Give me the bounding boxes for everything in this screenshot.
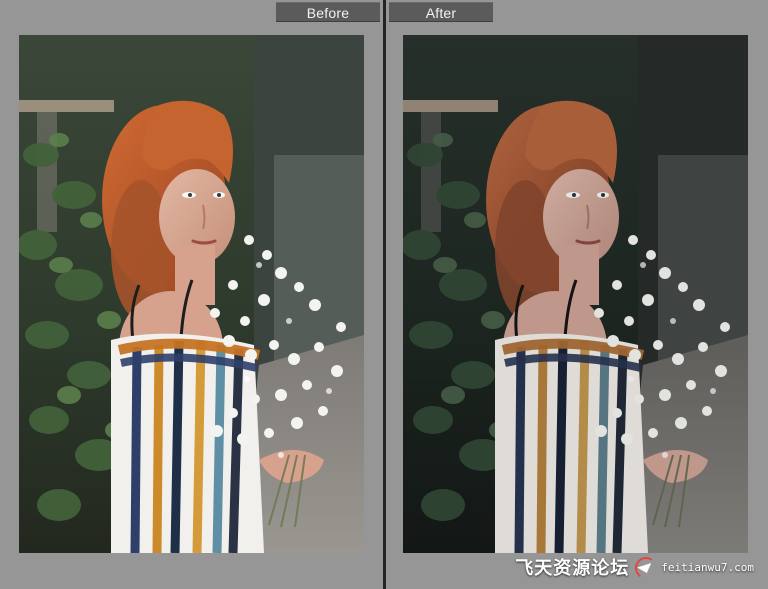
before-photo: [19, 35, 364, 553]
before-portrait-image: [19, 35, 364, 553]
before-pane: Before: [0, 0, 383, 589]
before-after-compare-view: Before After 飞天资源论坛 feitianwu7.com: [0, 0, 768, 589]
watermark-brand-text: 飞天资源论坛: [515, 558, 630, 579]
watermark-domain-text: feitianwu7.com: [661, 560, 754, 574]
after-pane: After 飞天资源论坛 feitianwu7.com: [386, 0, 768, 589]
after-portrait-image: [403, 35, 748, 553]
before-label: Before: [276, 2, 380, 22]
after-photo: [403, 35, 748, 553]
after-label: After: [389, 2, 493, 22]
site-watermark: 飞天资源论坛 feitianwu7.com: [515, 557, 754, 579]
watermark-logo-icon: [635, 557, 655, 577]
